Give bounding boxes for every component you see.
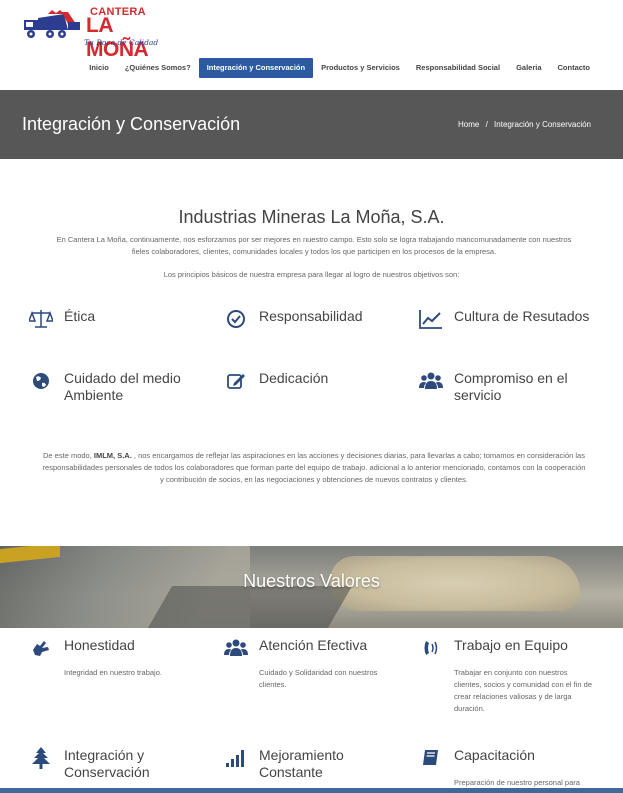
banner-title: Nuestros Valores (243, 571, 380, 591)
globe-icon (28, 370, 54, 392)
principle-label: Compromiso en el servicio (454, 370, 568, 403)
principle-label: Dedicación (259, 370, 329, 386)
check-circle-icon (223, 308, 249, 330)
site-header: CANTERA LA MOÑA Tu Roca de Calidad Inici… (0, 0, 623, 90)
edit-icon (223, 370, 249, 392)
value-label: Atención Efectiva (259, 637, 368, 653)
logo[interactable]: CANTERA LA MOÑA Tu Roca de Calidad (22, 6, 158, 61)
balance-scale-icon (28, 308, 54, 330)
value-label: Honestidad (64, 637, 135, 653)
value-atencion-efectiva: Atención Efectiva Cuidado y Solidaridad … (223, 637, 398, 691)
logo-tagline: Tu Roca de Calidad (84, 38, 159, 47)
value-description: Cuidado y Solidaridad con nuestros clien… (259, 668, 378, 689)
page-title: Integración y Conservación (22, 114, 241, 134)
sign-language-icon (28, 637, 54, 659)
closing-company: IMLM, S.A. (93, 451, 132, 460)
nav-item-responsabilidad-social[interactable]: Responsabilidad Social (408, 58, 508, 78)
value-trabajo-equipo: Trabajo en Equipo Trabajar en conjunto c… (418, 637, 598, 715)
principle-label: Cuidado del medio Ambiente (64, 370, 181, 403)
closing-prefix: De este modo, (43, 451, 92, 460)
nav-item-galeria[interactable]: Galeria (508, 58, 549, 78)
principle-responsabilidad: Responsabilidad (223, 308, 363, 330)
intro-paragraph: En Cantera La Moña, continuamente, nos e… (56, 235, 572, 256)
tree-icon (28, 747, 54, 769)
principle-medio-ambiente: Cuidado del medio Ambiente (28, 370, 194, 404)
nav-item-inicio[interactable]: Inicio (81, 58, 117, 78)
signal-icon (223, 747, 249, 769)
main-nav: Inicio ¿Quiénes Somos? Integración y Con… (81, 58, 598, 78)
breadcrumb-separator: / (485, 120, 488, 129)
principle-compromiso: Compromiso en el servicio (418, 370, 594, 404)
breadcrumb: Home / Integración y Conservación (456, 120, 593, 129)
browser-taskbar-strip (0, 788, 623, 793)
principle-dedicacion: Dedicación (223, 370, 328, 392)
breadcrumb-current: Integración y Conservación (494, 120, 591, 129)
banner-shadow-image (147, 586, 353, 628)
nav-item-quienes-somos[interactable]: ¿Quiénes Somos? (117, 58, 199, 78)
users-icon (223, 637, 249, 659)
value-description: Trabajar en conjunto con nuestros client… (454, 668, 592, 713)
value-integracion-conservacion: Integración y Conservación (28, 747, 208, 781)
principle-etica: Ética (28, 308, 95, 330)
value-capacitacion: Capacitación Preparación de nuestro pers… (418, 747, 598, 789)
book-icon (418, 747, 444, 769)
breadcrumb-home-link[interactable]: Home (458, 120, 479, 129)
principle-label: Responsabilidad (259, 308, 363, 324)
value-mejoramiento: Mejoramiento Constante (223, 747, 398, 781)
principle-cultura-resultados: Cultura de Resutados (418, 308, 589, 330)
users-icon (418, 370, 444, 392)
page-title-bar: Integración y Conservación Home / Integr… (0, 90, 623, 159)
principle-label: Cultura de Resutados (454, 308, 590, 324)
principle-label: Ética (64, 308, 96, 324)
value-label: Capacitación (454, 747, 535, 763)
nav-item-productos[interactable]: Productos y Servicios (313, 58, 408, 78)
dump-truck-icon (24, 10, 80, 38)
closing-paragraph: De este modo, IMLM, S.A. , nos encargamo… (40, 450, 588, 486)
nav-item-contacto[interactable]: Contacto (550, 58, 599, 78)
volume-control-phone-icon (418, 637, 444, 659)
value-honestidad: Honestidad Integridad en nuestro trabajo… (28, 637, 208, 679)
values-banner: Nuestros Valores (0, 546, 623, 628)
principles-intro: Los principios básicos de nuestra empres… (163, 270, 460, 279)
value-description: Integridad en nuestro trabajo. (64, 668, 162, 677)
value-label: Trabajo en Equipo (454, 637, 568, 653)
value-label: Integración y Conservación (64, 747, 150, 780)
line-chart-icon (418, 308, 444, 330)
company-title: Industrias Mineras La Moña, S.A. (178, 207, 445, 227)
nav-item-integracion[interactable]: Integración y Conservación (198, 58, 314, 78)
value-label: Mejoramiento Constante (259, 747, 344, 780)
